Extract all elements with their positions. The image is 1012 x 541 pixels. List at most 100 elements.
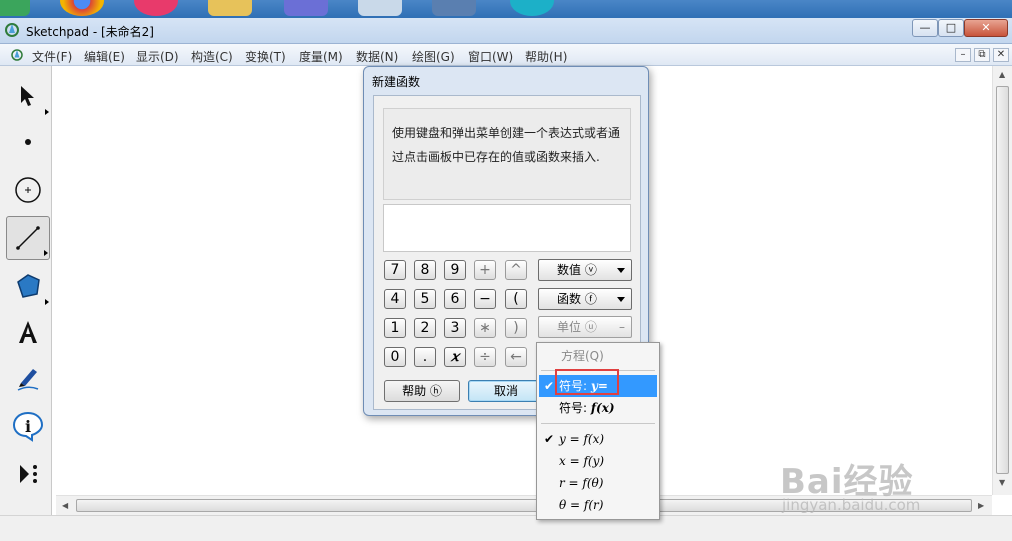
chat-app-icon[interactable] — [510, 0, 554, 16]
form-y-fx-label: y = f(x) — [559, 432, 605, 446]
menu-construct[interactable]: 构造(C) — [191, 48, 233, 65]
information-tool[interactable]: i — [6, 404, 50, 448]
menu-file[interactable]: 文件(F) — [32, 48, 72, 65]
pdf-app-icon[interactable] — [284, 0, 328, 16]
chrome-icon[interactable] — [60, 0, 104, 16]
check-icon: ✔ — [544, 379, 555, 393]
cancel-button[interactable]: 取消 — [468, 380, 544, 402]
expression-field[interactable] — [383, 204, 631, 252]
menu-item-symbol-f[interactable]: 符号: f(x) — [539, 397, 657, 419]
submenu-indicator-icon — [44, 250, 48, 256]
text-a-icon — [19, 321, 37, 343]
key-2[interactable]: 2 — [414, 318, 436, 338]
minimize-button[interactable]: — — [912, 19, 938, 37]
polygon-tool[interactable] — [6, 264, 50, 308]
doc-minimize-button[interactable]: – — [955, 48, 971, 62]
instruction-line-2: 过点击画板中已存在的值或函数来插入. — [392, 150, 600, 164]
form-r-ftheta-label: r = f(θ) — [559, 476, 604, 490]
key-5[interactable]: 5 — [414, 289, 436, 309]
dialog-title: 新建函数 — [372, 75, 421, 89]
menu-measure[interactable]: 度量(M) — [299, 48, 343, 65]
menu-help[interactable]: 帮助(H) — [525, 48, 567, 65]
key-power[interactable]: ^ — [505, 260, 527, 280]
backspace-icon[interactable]: ← — [505, 347, 527, 367]
menu-data[interactable]: 数据(N) — [356, 48, 398, 65]
menu-item-form-r-ftheta[interactable]: r = f(θ) — [539, 472, 657, 494]
scroll-left-icon[interactable]: ◀ — [62, 501, 68, 510]
arrow-icon — [21, 86, 34, 106]
key-7[interactable]: 7 — [384, 260, 406, 280]
form-x-fy-label: x = f(y) — [559, 454, 605, 468]
key-6[interactable]: 6 — [444, 289, 466, 309]
menu-edit[interactable]: 编辑(E) — [84, 48, 125, 65]
key-x-variable[interactable]: 𝑥 — [444, 347, 466, 367]
dropdown-arrow-icon — [617, 268, 625, 273]
key-multiply[interactable]: ∗ — [474, 318, 496, 338]
point-icon — [25, 139, 31, 145]
menu-display[interactable]: 显示(D) — [136, 48, 179, 65]
music-app-icon[interactable] — [134, 0, 178, 16]
key-9[interactable]: 9 — [444, 260, 466, 280]
info-icon: i — [12, 411, 44, 442]
key-0[interactable]: 0 — [384, 347, 406, 367]
menu-item-form-x-fy[interactable]: x = f(y) — [539, 450, 657, 472]
menu-item-form-y-fx[interactable]: ✔ y = f(x) — [539, 428, 657, 450]
custom-tool[interactable] — [6, 452, 50, 496]
menu-transform[interactable]: 变换(T) — [245, 48, 286, 65]
folder-icon[interactable] — [208, 0, 252, 16]
key-4[interactable]: 4 — [384, 289, 406, 309]
line-segment-icon — [16, 226, 40, 250]
marker-tool[interactable] — [6, 356, 50, 400]
dropdown-dash-icon: – — [619, 320, 625, 334]
straightedge-tool[interactable] — [6, 216, 50, 260]
scroll-up-icon[interactable]: ▲ — [999, 70, 1005, 79]
maximize-button[interactable]: □ — [938, 19, 964, 37]
menu-window[interactable]: 窗口(W) — [468, 48, 513, 65]
doc-close-button[interactable]: ✕ — [993, 48, 1009, 62]
submenu-indicator-icon — [45, 299, 49, 305]
document-icon[interactable] — [10, 48, 24, 62]
functions-dropdown[interactable]: 函数 ⓕ — [538, 288, 632, 310]
key-8[interactable]: 8 — [414, 260, 436, 280]
vertical-scrollbar[interactable]: ▲ ▼ — [992, 66, 1012, 495]
menu-separator — [541, 423, 655, 424]
key-decimal[interactable]: . — [414, 347, 436, 367]
vertical-scroll-thumb[interactable] — [996, 86, 1009, 474]
svg-text:i: i — [25, 417, 31, 436]
window-title: Sketchpad - [未命名2] — [26, 25, 154, 39]
marker-pen-icon — [17, 369, 39, 391]
arrow-tool[interactable] — [6, 74, 50, 118]
menu-item-equation[interactable]: 方程(Q) — [539, 345, 657, 367]
taskbar-app-icon[interactable] — [0, 0, 30, 16]
instruction-line-1: 使用键盘和弹出菜单创建一个表达式或者通 — [392, 126, 621, 140]
close-button[interactable]: ✕ — [964, 19, 1008, 37]
compass-tool[interactable] — [6, 168, 50, 212]
key-left-paren[interactable]: ( — [505, 289, 527, 309]
screen-app-icon[interactable] — [358, 0, 402, 16]
key-divide[interactable]: ÷ — [474, 347, 496, 367]
key-right-paren[interactable]: ) — [505, 318, 527, 338]
key-minus[interactable]: − — [474, 289, 496, 309]
sketchpad-logo-icon — [5, 23, 19, 37]
scroll-down-icon[interactable]: ▼ — [999, 478, 1005, 487]
menu-item-symbol-f-label: 符号: f(x) — [559, 397, 615, 419]
menu-item-form-theta-fr[interactable]: θ = f(r) — [539, 494, 657, 516]
tool-palette: i — [0, 66, 52, 515]
values-dropdown[interactable]: 数值 ⓥ — [538, 259, 632, 281]
help-button[interactable]: 帮助 ⓗ — [384, 380, 460, 402]
units-dropdown[interactable]: 单位 ⓤ – — [538, 316, 632, 338]
check-icon: ✔ — [544, 432, 555, 446]
baidu-watermark: Bai经验 jingyan.baidu.com — [780, 450, 990, 520]
menu-graph[interactable]: 绘图(G) — [412, 48, 455, 65]
submenu-indicator-icon — [45, 109, 49, 115]
doc-restore-button[interactable]: ⧉ — [974, 48, 990, 62]
text-tool[interactable] — [6, 310, 50, 354]
functions-dropdown-label: 函数 ⓕ — [557, 292, 597, 306]
key-1[interactable]: 1 — [384, 318, 406, 338]
network-app-icon[interactable] — [432, 0, 476, 16]
taskbar-strip — [0, 0, 1012, 18]
key-plus[interactable]: + — [474, 260, 496, 280]
key-3[interactable]: 3 — [444, 318, 466, 338]
polygon-icon — [17, 274, 40, 298]
point-tool[interactable] — [6, 120, 50, 164]
